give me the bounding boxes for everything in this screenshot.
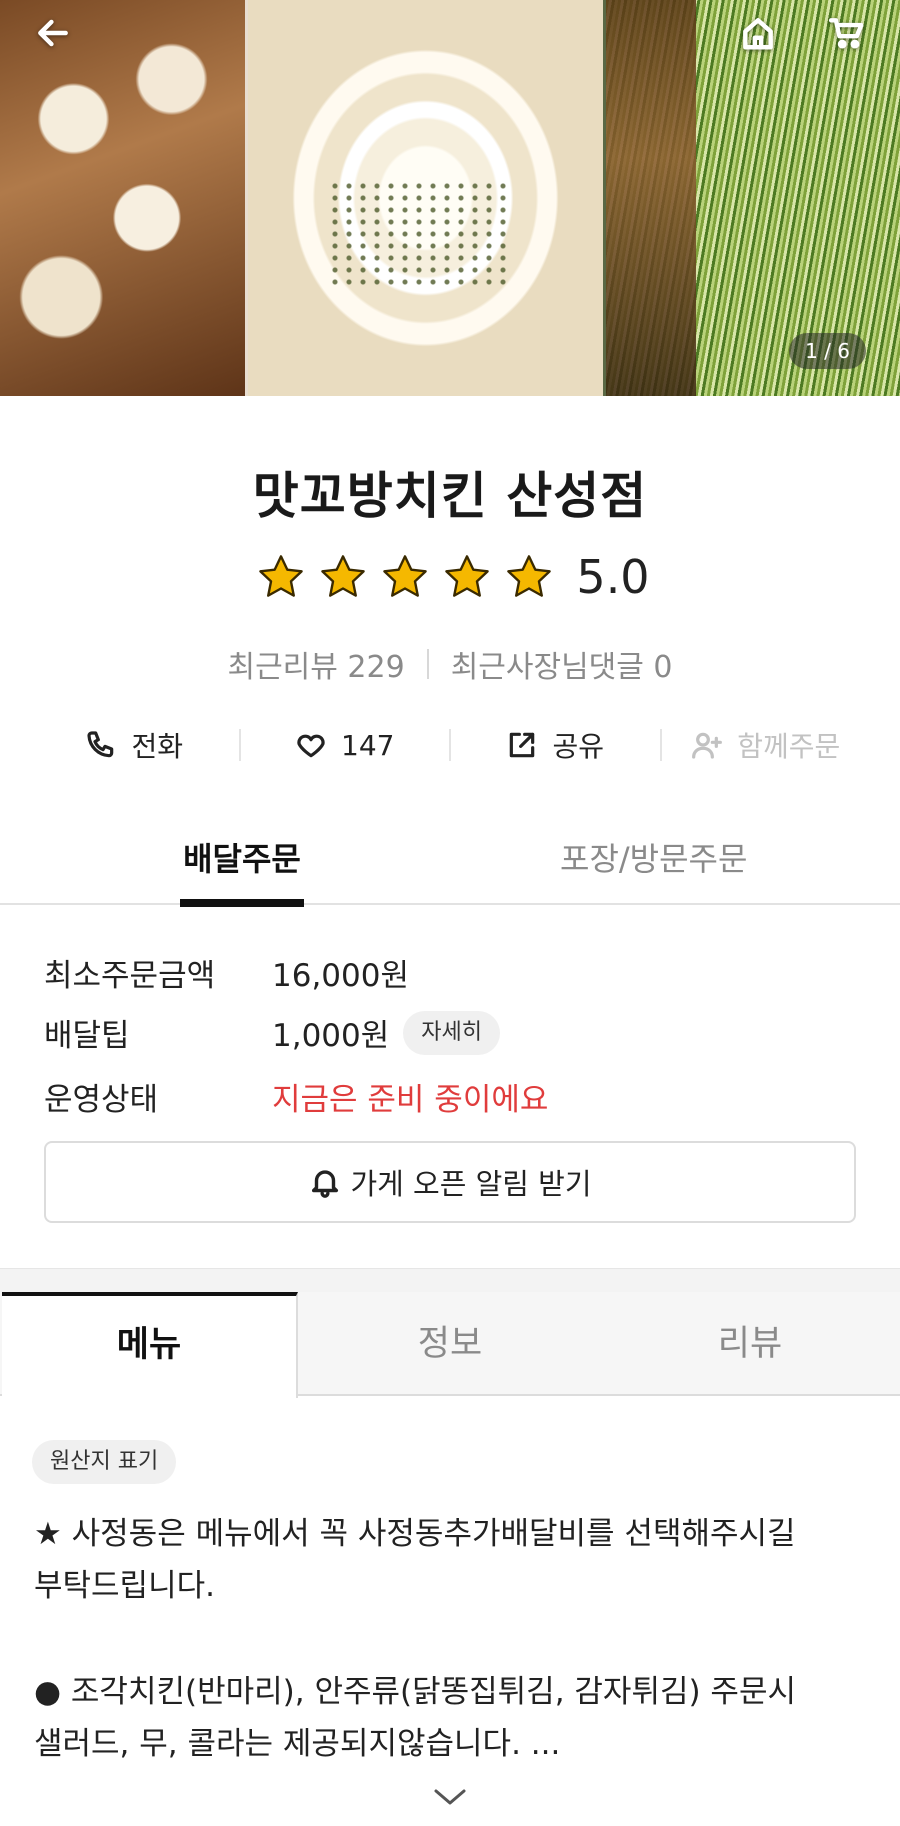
tab-review[interactable]: 리뷰	[600, 1292, 900, 1396]
notice-text-1: ★ 사정동은 메뉴에서 꼭 사정동추가배달비를 선택해주시길 부탁드립니다.	[34, 1516, 796, 1604]
bell-icon	[312, 1170, 339, 1198]
cart-icon	[828, 18, 864, 49]
image-counter: 1 / 6	[789, 333, 866, 369]
store-actions: 전화 147 공유 함께주문	[30, 712, 870, 778]
chevron-down-icon	[434, 1789, 466, 1805]
min-order-value: 16,000원	[272, 958, 409, 994]
tab-pickup-order[interactable]: 포장/방문주문	[560, 815, 747, 905]
call-label: 전화	[131, 730, 184, 763]
star-icon	[445, 555, 490, 597]
star-icon	[383, 555, 428, 597]
add-person-icon	[692, 732, 723, 759]
rating-score: 5.0	[576, 550, 650, 604]
status-row: 운영상태 지금은 준비 중이에요	[44, 1074, 548, 1119]
rating-row: 5.0	[0, 550, 900, 604]
like-count: 147	[341, 728, 395, 762]
star-icon	[507, 555, 552, 597]
content-tabs: 메뉴 정보 리뷰	[0, 1292, 900, 1398]
home-button[interactable]	[733, 8, 783, 58]
store-name: 맛꼬방치킨 산성점	[252, 467, 648, 525]
store-hero-image[interactable]: 1 / 6	[0, 0, 900, 396]
min-order-label: 최소주문금액	[44, 958, 216, 994]
min-order-row: 최소주문금액 16,000원	[44, 950, 409, 995]
phone-icon	[87, 731, 114, 758]
delivery-tip-label: 배달팁	[44, 1018, 130, 1054]
notice-text-2: ● 조각치킨(반마리), 안주류(닭똥집튀김, 감자튀김) 주문시 샐러드, 무…	[34, 1674, 796, 1762]
back-button[interactable]	[28, 8, 78, 58]
divider	[426, 649, 429, 679]
group-order-button[interactable]: 함께주문	[662, 725, 871, 765]
top-nav-bar	[0, 0, 900, 70]
expand-notice-button[interactable]	[432, 1785, 468, 1809]
group-order-label: 함께주문	[737, 730, 841, 763]
tab-menu[interactable]: 메뉴	[2, 1292, 298, 1398]
review-summary: 최근리뷰 229 최근사장님댓글 0	[0, 642, 900, 686]
share-label: 공유	[552, 730, 605, 763]
share-button[interactable]: 공유	[451, 725, 660, 765]
like-button[interactable]: 147	[241, 729, 450, 762]
heart-icon	[297, 734, 325, 758]
recent-reviews-link[interactable]: 최근리뷰 229	[227, 642, 404, 686]
tab-info[interactable]: 정보	[300, 1292, 600, 1396]
call-button[interactable]: 전화	[30, 725, 239, 765]
status-label: 운영상태	[44, 1082, 159, 1118]
open-notification-label: 가게 오픈 알림 받기	[350, 1167, 592, 1201]
share-icon	[510, 732, 535, 758]
star-icon	[321, 555, 366, 597]
arrow-left-icon	[38, 19, 68, 47]
star-icon	[259, 555, 304, 597]
origin-label-button[interactable]: 원산지 표기	[32, 1440, 177, 1484]
section-divider	[0, 1268, 900, 1292]
delivery-tip-value: 1,000원	[272, 1018, 390, 1054]
delivery-tip-detail-button[interactable]: 자세히	[403, 1010, 501, 1055]
status-value: 지금은 준비 중이에요	[272, 1082, 549, 1118]
star-rating	[250, 551, 560, 603]
order-type-tabs: 배달주문 포장/방문주문	[0, 815, 900, 907]
delivery-tip-row: 배달팁 1,000원 자세히	[44, 1010, 501, 1055]
cart-button[interactable]	[822, 8, 872, 58]
home-icon	[743, 18, 773, 50]
open-notification-button[interactable]: 가게 오픈 알림 받기	[44, 1141, 856, 1223]
owner-replies-link[interactable]: 최근사장님댓글 0	[451, 642, 673, 686]
tab-delivery-order[interactable]: 배달주문	[180, 815, 304, 907]
